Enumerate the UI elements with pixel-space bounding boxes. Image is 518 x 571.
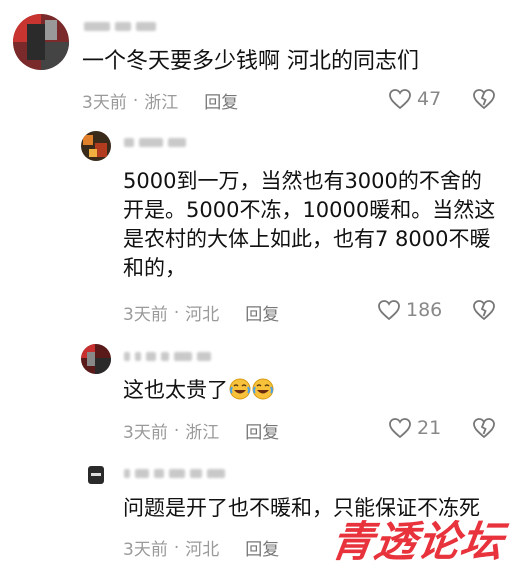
reply-text-line: 是农村的大体上如此，也有7 8000不暖 bbox=[123, 227, 491, 251]
location: 浙江 bbox=[144, 93, 179, 113]
reply-text-line: 5000到一万，当然也有3000的不舍的 bbox=[123, 169, 482, 193]
reply-button[interactable]: 回复 bbox=[245, 535, 279, 560]
reply-text: 这也太贵了 bbox=[123, 376, 274, 405]
comment-thread: 一个冬天要多少钱啊 河北的同志们 3天前 · 浙江 回复 47 5000到一万，… bbox=[0, 0, 518, 571]
reply-text: 5000到一万，当然也有3000的不舍的 开是。5000不冻，10000暖和。当… bbox=[123, 167, 495, 283]
username-blurred bbox=[124, 138, 186, 147]
like-count: 186 bbox=[406, 299, 443, 321]
dislike-button[interactable] bbox=[472, 416, 496, 440]
avatar[interactable] bbox=[13, 14, 69, 70]
like-count: 21 bbox=[417, 417, 442, 439]
reply-button[interactable]: 回复 bbox=[245, 418, 279, 443]
timestamp: 3天前 bbox=[123, 305, 168, 325]
username-blurred bbox=[124, 352, 211, 361]
timestamp: 3天前 bbox=[123, 540, 168, 560]
dislike-button[interactable] bbox=[472, 87, 496, 111]
broken-heart-icon bbox=[473, 89, 495, 110]
separator: · bbox=[173, 537, 180, 558]
heart-outline-icon bbox=[378, 300, 400, 321]
avatar[interactable] bbox=[81, 131, 111, 161]
dislike-button[interactable] bbox=[472, 298, 496, 322]
username-blurred bbox=[124, 469, 225, 478]
like-button[interactable]: 47 bbox=[388, 88, 441, 110]
heart-outline-icon bbox=[389, 418, 411, 439]
heart-outline-icon bbox=[389, 89, 411, 110]
timestamp: 3天前 bbox=[123, 423, 168, 443]
reply-meta: 3天前 · 河北 回复 bbox=[123, 535, 279, 561]
timestamp: 3天前 bbox=[82, 93, 127, 113]
broken-heart-icon bbox=[473, 418, 495, 439]
like-button[interactable]: 186 bbox=[377, 299, 442, 321]
location: 河北 bbox=[185, 540, 220, 560]
location: 浙江 bbox=[185, 423, 220, 443]
broken-heart-icon bbox=[473, 300, 495, 321]
comment-meta: 3天前 · 浙江 回复 bbox=[82, 88, 238, 114]
reply-button[interactable]: 回复 bbox=[245, 300, 279, 325]
reply-button[interactable]: 回复 bbox=[204, 88, 238, 113]
like-button[interactable]: 21 bbox=[388, 417, 441, 439]
avatar[interactable] bbox=[81, 460, 111, 490]
reply-meta: 3天前 · 浙江 回复 bbox=[123, 418, 279, 444]
crying-laughing-emoji bbox=[252, 378, 274, 400]
like-count: 47 bbox=[417, 88, 442, 110]
avatar[interactable] bbox=[81, 344, 111, 374]
location: 河北 bbox=[185, 305, 220, 325]
reply-text-line: 开是。5000不冻，10000暖和。当然这 bbox=[123, 198, 496, 222]
crying-laughing-emoji bbox=[229, 378, 251, 400]
comment-text: 一个冬天要多少钱啊 河北的同志们 bbox=[82, 49, 419, 74]
separator: · bbox=[173, 420, 180, 441]
reply-text-content: 这也太贵了 bbox=[123, 378, 228, 402]
separator: · bbox=[173, 302, 180, 323]
reply-meta: 3天前 · 河北 回复 bbox=[123, 300, 279, 326]
forum-watermark: 青透论坛 bbox=[328, 517, 508, 566]
separator: · bbox=[132, 90, 139, 111]
reply-text-line: 和的， bbox=[123, 256, 186, 280]
username-blurred bbox=[84, 22, 156, 31]
